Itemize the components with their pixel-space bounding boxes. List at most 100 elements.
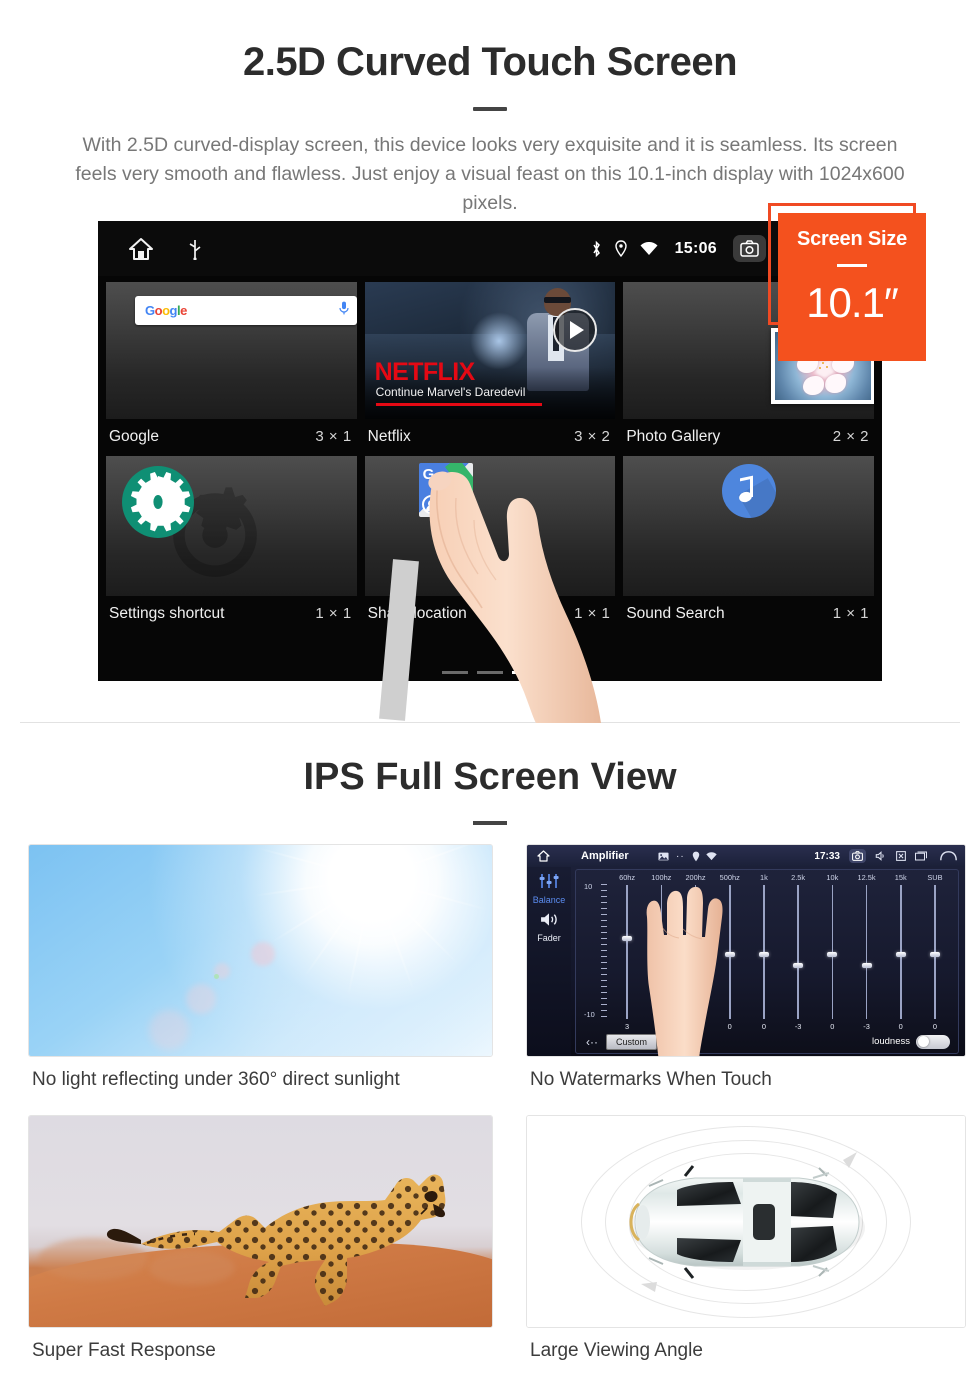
eq-slider[interactable] xyxy=(815,885,849,1019)
wifi-icon xyxy=(705,851,717,861)
camera-icon[interactable] xyxy=(849,849,866,863)
page-indicator[interactable] xyxy=(98,671,882,674)
dots-icon: ·· xyxy=(676,850,685,862)
widget-size: 1 × 1 xyxy=(832,605,870,622)
widget-netflix-preview: NETFLIX Continue Marvel's Daredevil xyxy=(364,282,616,419)
widget-name: Photo Gallery xyxy=(626,428,721,445)
netflix-subtitle: Continue Marvel's Daredevil xyxy=(375,385,526,399)
band-label: 2.5k xyxy=(791,873,806,882)
camera-icon[interactable] xyxy=(733,235,766,262)
back-arrow-icon[interactable]: ‹·· xyxy=(586,1035,598,1049)
map-road xyxy=(444,463,473,517)
mic-icon[interactable] xyxy=(339,301,349,320)
eq-value: 0 xyxy=(932,1022,937,1031)
back-icon[interactable] xyxy=(940,851,957,861)
feature-card-caption: No light reflecting under 360° direct su… xyxy=(32,1069,400,1090)
android-head-unit-screenshot: 15:06 Google Google 3 × 1 NETFLIX Contin… xyxy=(98,221,882,681)
equalizer-scale: 10 -10 xyxy=(584,882,607,1019)
google-search-bar[interactable]: Google xyxy=(135,296,357,325)
screen-size-value: 10.1″ xyxy=(806,279,899,326)
section1-title: 2.5D Curved Touch Screen xyxy=(242,40,738,84)
car-illustration xyxy=(629,1152,865,1292)
speaker-icon xyxy=(539,913,559,931)
gallery-icon[interactable] xyxy=(658,852,669,861)
band-label: 15k xyxy=(894,873,907,882)
eq-value: -3 xyxy=(863,1022,870,1031)
widget-google[interactable]: Google Google 3 × 1 xyxy=(106,282,357,456)
band-label: 500hz xyxy=(719,873,740,882)
feature-card-caption: Large Viewing Angle xyxy=(530,1340,703,1361)
amplifier-sidebar: Balance Fader xyxy=(527,867,571,1056)
widget-settings-preview xyxy=(106,456,357,596)
section2-title: IPS Full Screen View xyxy=(303,756,677,798)
loudness-label: loudness xyxy=(871,1036,910,1047)
home-icon[interactable] xyxy=(537,850,550,862)
equalizer-band-labels: 60hz 100hz 200hz 500hz 1k 2.5k 10k 12.5k xyxy=(576,870,958,882)
page-dot-2[interactable] xyxy=(477,671,503,674)
screen-size-badge: Screen Size 10.1″ xyxy=(778,213,926,361)
page-dot-3[interactable] xyxy=(512,671,538,674)
widget-sound-search[interactable]: Sound Search 1 × 1 xyxy=(623,456,875,633)
widget-sound-search-preview xyxy=(623,456,875,596)
location-icon xyxy=(692,851,700,862)
eq-slider[interactable] xyxy=(781,885,815,1019)
scale-ticks xyxy=(601,884,607,1017)
band-label: 100hz xyxy=(651,873,672,882)
widget-size: 1 × 1 xyxy=(315,605,352,622)
eq-slider[interactable] xyxy=(884,885,918,1019)
eq-slider[interactable] xyxy=(918,885,952,1019)
eq-value: 0 xyxy=(830,1022,835,1031)
sidebar-label-balance: Balance xyxy=(532,895,566,905)
widget-row-1: Google Google 3 × 1 NETFLIX Continue Mar… xyxy=(106,282,875,456)
amplifier-thumbnail: Amplifier ·· 17:33 Balance Fader 60hz 10… xyxy=(526,844,966,1057)
badge-divider xyxy=(837,264,867,267)
hand-touching-amplifier xyxy=(639,883,731,1056)
close-box-icon[interactable] xyxy=(896,851,906,861)
widget-google-preview: Google xyxy=(106,282,357,419)
feature-card-caption: Super Fast Response xyxy=(32,1340,216,1361)
loudness-control[interactable]: loudness xyxy=(871,1034,950,1049)
wifi-icon xyxy=(640,241,658,256)
page-dot-1[interactable] xyxy=(442,671,468,674)
sliders-icon xyxy=(538,874,560,893)
band-label: 200hz xyxy=(685,873,706,882)
widget-picker-grid: Google Google 3 × 1 NETFLIX Continue Mar… xyxy=(98,276,882,681)
widget-google-caption: Google 3 × 1 xyxy=(106,419,357,456)
cheetah-silhouette xyxy=(106,1174,446,1306)
feature-card-caption: No Watermarks When Touch xyxy=(530,1069,772,1090)
recents-icon[interactable] xyxy=(915,851,927,861)
widget-name: Google xyxy=(109,428,159,445)
widget-settings-shortcut[interactable]: Settings shortcut 1 × 1 xyxy=(106,456,357,633)
google-g-letter: G xyxy=(422,466,435,483)
lens-flare-4 xyxy=(149,1009,190,1050)
screen-size-label: Screen Size xyxy=(796,228,908,250)
feature-card-no-watermarks: Amplifier ·· 17:33 Balance Fader 60hz 10… xyxy=(526,844,966,1091)
music-note-icon xyxy=(721,464,776,518)
cheetah-thumbnail xyxy=(28,1115,493,1328)
widget-netflix[interactable]: NETFLIX Continue Marvel's Daredevil Netf… xyxy=(364,282,616,456)
eq-slider[interactable] xyxy=(747,885,781,1019)
widget-sound-search-caption: Sound Search 1 × 1 xyxy=(623,596,874,633)
widget-settings-caption: Settings shortcut 1 × 1 xyxy=(106,596,357,633)
eq-slider[interactable] xyxy=(849,885,883,1019)
amplifier-screen: Amplifier ·· 17:33 Balance Fader 60hz 10… xyxy=(527,845,965,1056)
loudness-toggle[interactable] xyxy=(916,1034,950,1049)
eq-value: 0 xyxy=(898,1022,903,1031)
netflix-progress-bar xyxy=(375,403,542,406)
feature-card-grid: No light reflecting under 360° direct su… xyxy=(0,844,980,1362)
sidebar-item-balance[interactable]: Balance xyxy=(527,873,571,905)
volume-icon[interactable] xyxy=(875,851,887,861)
equalizer-panel: 60hz 100hz 200hz 500hz 1k 2.5k 10k 12.5k xyxy=(575,869,959,1054)
sidebar-item-fader[interactable]: Fader xyxy=(527,912,571,943)
widget-name: Sound Search xyxy=(626,605,725,622)
section-ips-full-screen-view: IPS Full Screen View No light reflecting… xyxy=(0,724,980,1361)
home-icon[interactable] xyxy=(128,237,154,261)
bluetooth-icon xyxy=(591,240,602,258)
amplifier-status-right: 17:33 xyxy=(814,849,957,863)
amplifier-status-bar: Amplifier ·· 17:33 xyxy=(527,845,965,867)
lens-flare-1 xyxy=(251,942,276,967)
widget-photo-gallery-caption: Photo Gallery 2 × 2 xyxy=(623,419,874,456)
blue-sky-image xyxy=(29,845,492,1056)
sunlight-thumbnail xyxy=(28,844,493,1057)
usb-icon xyxy=(188,238,202,260)
